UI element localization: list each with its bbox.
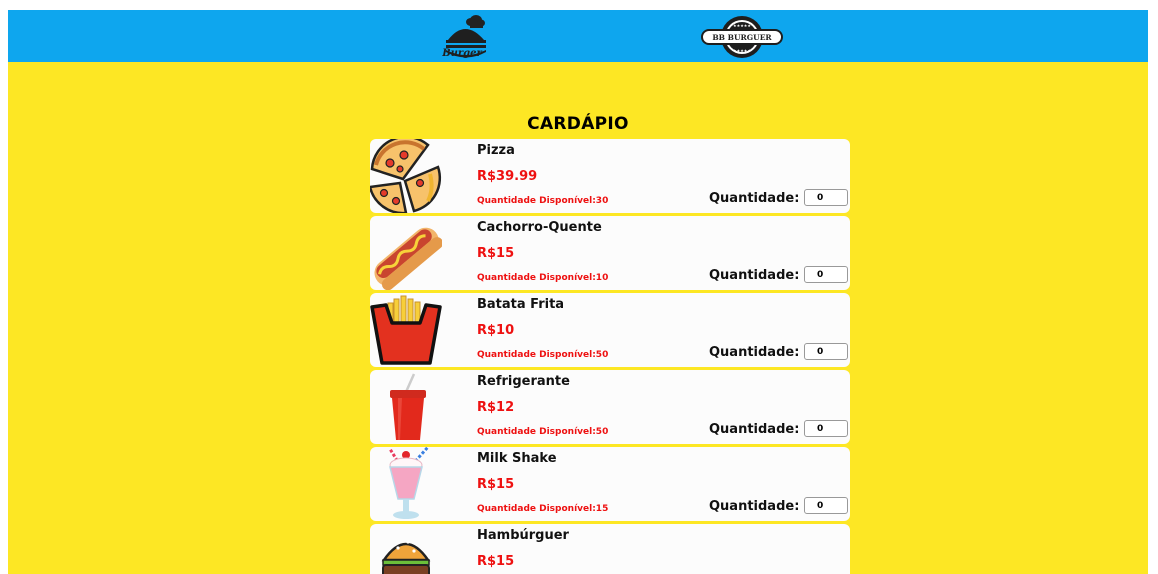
list-item: Hambúrguer R$15 <box>370 524 850 574</box>
quantity-label: Quantidade: <box>709 499 800 514</box>
item-name: Milk Shake <box>477 451 557 466</box>
item-stock: Quantidade Disponível:15 <box>477 504 609 514</box>
quantity-label: Quantidade: <box>709 345 800 360</box>
soda-icon <box>390 373 426 440</box>
list-item: Cachorro-Quente R$15 Quantidade Disponív… <box>370 216 850 290</box>
svg-text:BB BURGUER: BB BURGUER <box>712 33 772 42</box>
list-item: Batata Frita R$10 Quantidade Disponível:… <box>370 293 850 367</box>
item-name: Batata Frita <box>477 297 565 312</box>
header: Burger BB BURGUER ★★★★★ ★★★★★ <box>8 10 1148 62</box>
burger-chef-logo[interactable]: Burger <box>432 12 498 62</box>
pizza-icon <box>370 139 442 213</box>
item-stock: Quantidade Disponível:10 <box>477 273 609 283</box>
svg-text:★★★★★: ★★★★★ <box>733 48 751 53</box>
quantity-input[interactable] <box>804 497 848 514</box>
item-name: Refrigerante <box>477 374 570 389</box>
quantity-label: Quantidade: <box>709 422 800 437</box>
list-item: Milk Shake R$15 Quantidade Disponível:15… <box>370 447 850 521</box>
item-name: Pizza <box>477 143 515 158</box>
list-item: Pizza R$39.99 Quantidade Disponível:30 Q… <box>370 139 850 213</box>
item-name: Hambúrguer <box>477 528 569 543</box>
page-title: CARDÁPIO <box>527 114 629 134</box>
item-price: R$15 <box>477 554 515 569</box>
item-price: R$10 <box>477 323 515 338</box>
item-stock: Quantidade Disponível:50 <box>477 427 609 437</box>
item-price: R$15 <box>477 477 515 492</box>
hamburger-icon <box>381 540 431 574</box>
item-stock: Quantidade Disponível:50 <box>477 350 609 360</box>
quantity-input[interactable] <box>804 189 848 206</box>
item-price: R$12 <box>477 400 515 415</box>
quantity-input[interactable] <box>804 420 848 437</box>
quantity-label: Quantidade: <box>709 268 800 283</box>
quantity-label: Quantidade: <box>709 191 800 206</box>
quantity-input[interactable] <box>804 266 848 283</box>
item-price: R$39.99 <box>477 169 538 184</box>
fries-icon <box>370 295 442 365</box>
item-name: Cachorro-Quente <box>477 220 602 235</box>
menu-list: Pizza R$39.99 Quantidade Disponível:30 Q… <box>370 139 850 574</box>
quantity-input[interactable] <box>804 343 848 360</box>
page: Burger BB BURGUER ★★★★★ ★★★★★ CARDÁPIO P… <box>8 10 1148 574</box>
svg-text:★★★★★: ★★★★★ <box>733 23 751 28</box>
item-price: R$15 <box>477 246 515 261</box>
milkshake-icon <box>388 447 430 519</box>
svg-text:Burger: Burger <box>441 48 482 59</box>
item-stock: Quantidade Disponível:30 <box>477 196 609 206</box>
hotdog-icon <box>374 227 442 290</box>
bb-burguer-logo[interactable]: BB BURGUER ★★★★★ ★★★★★ <box>696 14 788 60</box>
list-item: Refrigerante R$12 Quantidade Disponível:… <box>370 370 850 444</box>
